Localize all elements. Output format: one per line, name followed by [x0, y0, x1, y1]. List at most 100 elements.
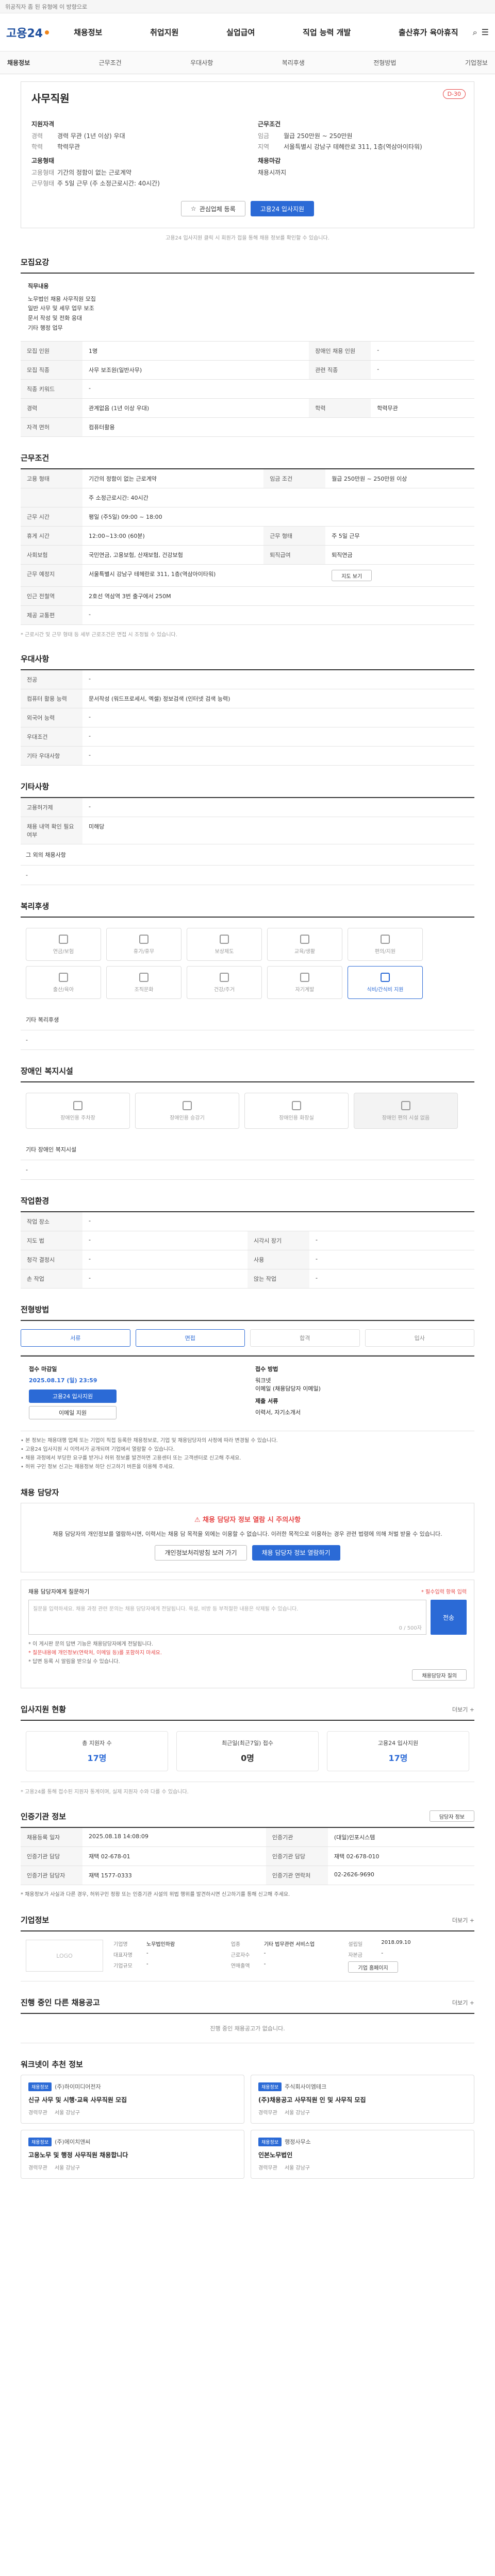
- gnb-item-training[interactable]: 직업 능력 개발: [299, 27, 355, 38]
- welfare-tile: 휴가/휴무: [106, 928, 182, 961]
- row-value: 관계없음 (1년 이상 우대): [82, 398, 309, 418]
- info-value: 노무법인하람: [146, 1942, 175, 1948]
- gnb-item-support[interactable]: 취업지원: [146, 27, 183, 38]
- stats-more-link[interactable]: 더보기 +: [452, 1705, 474, 1714]
- welfare-tile-active: 식비/간식비 지원: [348, 966, 423, 999]
- rec-company: 행정사무소: [285, 2139, 311, 2146]
- notice-line: • 본 정보는 채용대행 업체 또는 기업이 직접 등록한 채용정보로, 기업 …: [21, 1438, 278, 1444]
- dday-badge: D-30: [442, 89, 466, 99]
- gnb-item-unemployment[interactable]: 실업급여: [222, 27, 259, 38]
- row-label: 모집 직종: [21, 360, 82, 380]
- notice-line: • 채용 과정에서 부당한 요구를 받거나 허위 정보를 발견하면 고용센터 또…: [21, 1455, 241, 1462]
- menu-icon[interactable]: ☰: [482, 27, 489, 38]
- baby-icon: [59, 972, 68, 982]
- notice-line: • 고용24 입사지원 시 이력서가 공개되며 기업에서 열람할 수 있습니다.: [21, 1447, 175, 1453]
- row-value: 주 5일 근무: [325, 526, 474, 546]
- row-label: 청각 결정시: [21, 1250, 82, 1270]
- rec-tag: 채용정보: [28, 2138, 52, 2147]
- section-company: 기업정보 더보기 + LOGO 기업명 노무법인하람 업종 기타 법무관련 서비스업 …: [21, 1914, 474, 1982]
- welfare-label: 편의/지원: [374, 948, 396, 955]
- scrap-button[interactable]: ☆ 관심업체 등록: [180, 201, 245, 216]
- calendar-icon: [139, 934, 148, 944]
- row-label: 관련 직종: [309, 360, 371, 380]
- extra-sub-value: -: [21, 866, 474, 886]
- recommend-card[interactable]: 채용정보 주식회사이엠테크 (주)채용공고 사무직원 인 및 사무직 모집 경력무관 서…: [251, 2075, 474, 2124]
- privacy-policy-button[interactable]: 개인정보처리방침 보러 가기: [155, 1545, 247, 1561]
- row-value: 재택 02-678-010: [327, 1846, 474, 1867]
- email-apply-button[interactable]: 이메일 지원: [29, 1406, 117, 1420]
- summary-value: 채용시까지: [258, 169, 287, 176]
- welfare-tile: 출산/육아: [26, 966, 101, 999]
- disability-tile: 장애인용 화장실: [244, 1093, 349, 1129]
- apply-button[interactable]: 고용24 입사지원: [250, 201, 315, 216]
- welfare-label: 교육/생활: [294, 948, 316, 955]
- map-button[interactable]: 지도 보기: [332, 570, 372, 582]
- info-label: 대표자명: [113, 1953, 133, 1959]
- none-icon: [401, 1100, 410, 1110]
- table-row: 인근 전철역 2호선 역삼역 3번 출구에서 250M: [21, 586, 474, 606]
- table-row: 우대조건 -: [21, 727, 474, 747]
- recommend-card[interactable]: 채용정보 (주)하이미디어전자 신규 사무 및 시행·교육 사무직원 모집 경력무관 서…: [21, 2075, 244, 2124]
- recruiter-table: 채용등록 일자 2025.08.18 14:08:09 인증기관 (대일)인포시스템 …: [21, 1827, 474, 1886]
- rec-title: 고용노무 및 행정 사무직원 채용합니다: [28, 2151, 128, 2159]
- section-disability: 장애인 복지시설 장애인용 주차장 장애인용 승강기 장애인용 화장실 장애인 …: [21, 1065, 474, 1180]
- tab-company[interactable]: 기업정보: [465, 58, 488, 67]
- row-label: 휴게 시간: [21, 526, 82, 546]
- row-value: -: [82, 379, 474, 399]
- gnb-item-jobs[interactable]: 채용정보: [70, 27, 106, 38]
- row-value: 2호선 역삼역 3번 출구에서 250M: [82, 586, 474, 606]
- row-value: -: [82, 605, 474, 625]
- row-label: 근무 시간: [21, 507, 82, 527]
- recommend-card[interactable]: 채용정보 (주)에이치앤씨 고용노무 및 행정 사무직원 채용합니다 경력무관 서울 강…: [21, 2130, 244, 2179]
- duty-content: 직무내용 노무법인 채용 사무직원 모집 일반 사무 및 세무 업무 보조 문서…: [21, 273, 474, 342]
- process-steps: 서류 면접 합격 입사: [21, 1320, 474, 1356]
- view-contact-button[interactable]: 채용 담당자 정보 열람하기: [252, 1545, 340, 1561]
- row-label: 근무 형태: [263, 526, 326, 546]
- section-contact: 채용 담당자 ⚠ 채용 담당자 정보 열람 시 주의사항 채용 담당자의 개인정…: [21, 1487, 474, 1689]
- inquiry-title: 채용 담당자에게 질문하기: [28, 1588, 90, 1596]
- inquiry-submit-button[interactable]: 전송: [431, 1600, 467, 1635]
- table-row: 제공 교통편 -: [21, 605, 474, 625]
- info-value: -: [146, 1961, 148, 1968]
- company-more-link[interactable]: 더보기 +: [452, 1916, 474, 1924]
- stat-card: 고용24 입사지원 17명: [327, 1731, 469, 1772]
- prefer-heading: 우대사항: [21, 654, 50, 664]
- restroom-icon: [292, 1100, 301, 1110]
- section-others: 진행 중인 다른 채용공고 더보기 + 진행 중인 채용공고가 없습니다.: [21, 1997, 474, 2044]
- stat-value: 17명: [87, 1753, 107, 1764]
- gnb-menu: 채용정보 취업지원 실업급여 직업 능력 개발 출산휴가 육아휴직: [70, 27, 463, 38]
- company-homepage-button[interactable]: 기업 홈페이지: [348, 1961, 398, 1973]
- top-utility-bar: 위공직자 좀 된 유형에 이 방향으로: [0, 0, 495, 13]
- recommend-card[interactable]: 채용정보 행정사무소 인본노무법인 경력무관 서울 강남구: [251, 2130, 474, 2179]
- inquiry-link-button[interactable]: 채용담당자 질의: [412, 1669, 467, 1681]
- tab-process[interactable]: 전형방법: [373, 58, 396, 67]
- row-value: -: [309, 1269, 474, 1289]
- stats-cards: 총 지원자 수 17명 최근일(최근7일) 접수 0명 고용24 입사지원 17명: [21, 1720, 474, 1783]
- others-more-link[interactable]: 더보기 +: [452, 1998, 474, 2007]
- welfare-label: 건강/주거: [213, 987, 235, 993]
- apply-button-secondary[interactable]: 고용24 입사지원: [29, 1389, 117, 1403]
- people-icon: [139, 972, 148, 982]
- process-heading: 전형방법: [21, 1305, 50, 1315]
- search-icon[interactable]: ⌕: [473, 27, 477, 38]
- parking-icon: [73, 1100, 82, 1110]
- recruiter-info-button[interactable]: 담당자 정보: [429, 1810, 474, 1822]
- others-heading: 진행 중인 다른 채용공고: [21, 1998, 100, 2008]
- site-logo[interactable]: 고용24: [6, 24, 50, 41]
- info-value: -: [263, 1951, 266, 1957]
- process-step: 합격: [250, 1329, 360, 1347]
- row-label: 고용허가제: [21, 798, 82, 818]
- welfare-tile: 조직문화: [106, 966, 182, 999]
- table-row: 인증기관 담당자 재택 1577-0333 인증기관 연락처 02-2626-9690: [21, 1866, 474, 1886]
- extra-table: 고용허가제 - 채용 내역 확인 필요 여부 미해당: [21, 797, 474, 845]
- tab-recruit[interactable]: 채용정보: [7, 58, 30, 67]
- disability-tile: 장애인용 승강기: [135, 1093, 239, 1129]
- row-value: 월급 250만원 ~ 250만원 이상: [325, 469, 474, 489]
- row-label: 인증기관: [266, 1827, 328, 1848]
- tab-conditions[interactable]: 근무조건: [99, 58, 122, 67]
- tab-prefer[interactable]: 우대사항: [190, 58, 213, 67]
- tab-welfare[interactable]: 복리후생: [282, 58, 305, 67]
- gnb-item-leave[interactable]: 출산휴가 육아휴직: [394, 27, 463, 38]
- table-row: 컴퓨터 활용 능력 문서작성 (워드프로세서, 엑셀) 정보검색 (인터넷 검색 …: [21, 689, 474, 709]
- inquiry-textarea[interactable]: 질문을 입력하세요. 채용 과정 관련 문의는 채용 담당자에게 전달됩니다. …: [28, 1600, 426, 1635]
